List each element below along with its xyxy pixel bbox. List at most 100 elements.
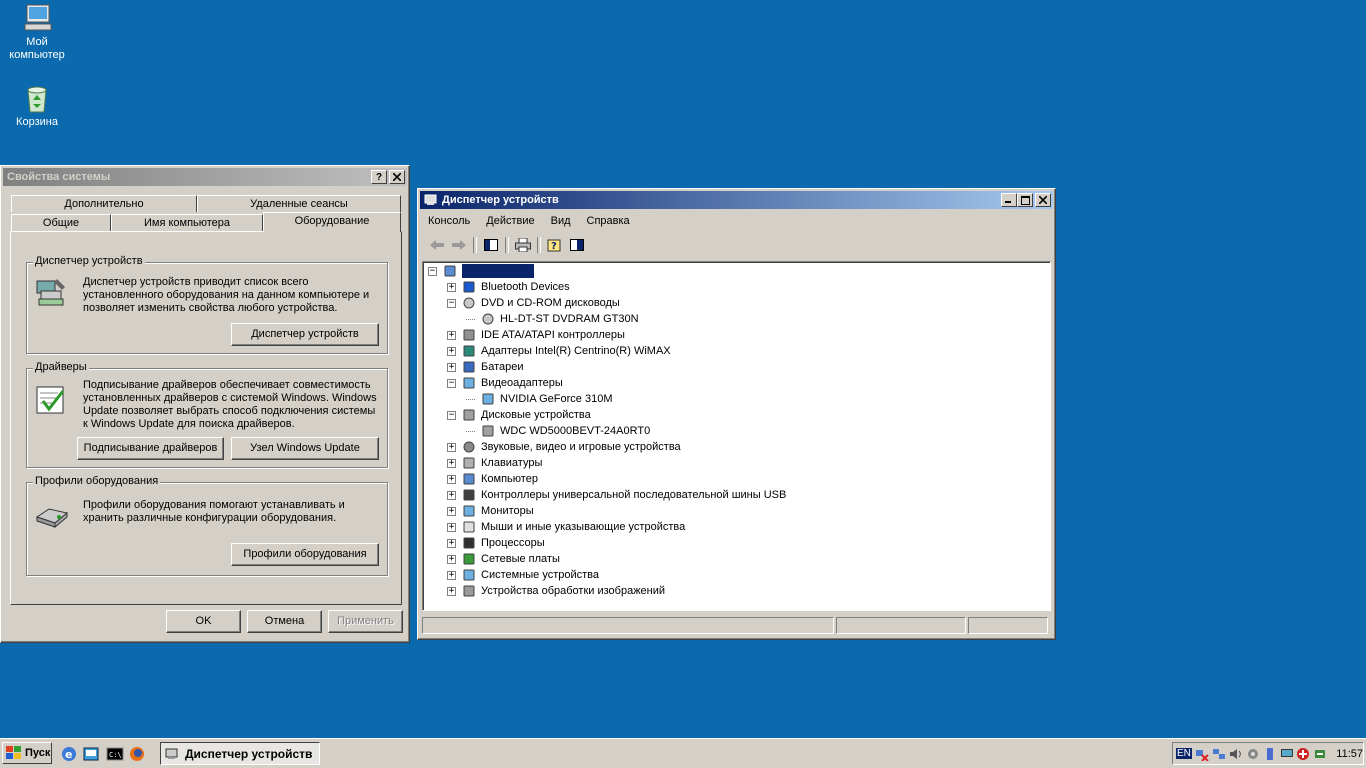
pane-icon bbox=[570, 239, 584, 251]
minimize-button[interactable] bbox=[1001, 193, 1017, 207]
tree-node[interactable]: + IDE ATA/ATAPI контроллеры bbox=[447, 327, 625, 343]
expand-button[interactable]: + bbox=[447, 474, 456, 484]
tree-node-label: Устройства обработки изображений bbox=[481, 585, 666, 597]
tree-node[interactable]: + Контроллеры универсальной последователь… bbox=[447, 487, 786, 503]
desktop-icon-my-computer[interactable]: Мой компьютер bbox=[0, 2, 74, 62]
tree-node[interactable]: + Сетевые платы bbox=[447, 551, 560, 567]
apply-button[interactable]: Применить bbox=[328, 610, 403, 633]
collapse-button[interactable]: − bbox=[428, 266, 437, 276]
menu-view[interactable]: Вид bbox=[543, 215, 579, 227]
expand-button[interactable]: + bbox=[447, 442, 456, 452]
status-section bbox=[836, 617, 966, 634]
tab-computer-name[interactable]: Имя компьютера bbox=[111, 214, 263, 231]
show-hide-tree-button[interactable] bbox=[480, 236, 502, 254]
cancel-button[interactable]: Отмена bbox=[247, 610, 322, 633]
volume-icon[interactable] bbox=[1229, 747, 1243, 761]
expand-button[interactable]: + bbox=[447, 522, 456, 532]
device-tree[interactable]: − + Bluetooth Devices − DVD и CD-ROM дисково… bbox=[422, 261, 1051, 611]
tree-node[interactable]: − bbox=[428, 263, 534, 279]
tree-node[interactable]: − Видеоадаптеры bbox=[447, 375, 563, 391]
antivirus-icon[interactable] bbox=[1296, 747, 1310, 761]
monitor-icon[interactable] bbox=[1280, 747, 1294, 761]
group-description: Подписывание драйверов обеспечивает совм… bbox=[83, 379, 377, 430]
expand-button[interactable]: + bbox=[447, 506, 456, 516]
tab-general[interactable]: Общие bbox=[11, 214, 111, 231]
usb-device-icon[interactable] bbox=[1263, 747, 1277, 761]
tree-node[interactable]: NVIDIA GeForce 310M bbox=[466, 391, 613, 407]
title-bar[interactable]: Свойства системы ? bbox=[3, 168, 407, 186]
tree-node[interactable]: + Bluetooth Devices bbox=[447, 279, 570, 295]
expand-button[interactable]: + bbox=[447, 362, 456, 372]
forward-button[interactable] bbox=[448, 236, 470, 254]
tree-node-label: Видеоадаптеры bbox=[481, 377, 563, 389]
close-button[interactable] bbox=[1035, 193, 1051, 207]
expand-button[interactable]: + bbox=[447, 346, 456, 356]
driver-signing-button[interactable]: Подписывание драйверов bbox=[77, 437, 224, 460]
close-button[interactable] bbox=[389, 170, 405, 184]
windows-update-button[interactable]: Узел Windows Update bbox=[231, 437, 379, 460]
back-button[interactable] bbox=[426, 236, 448, 254]
tree-node[interactable]: + Процессоры bbox=[447, 535, 545, 551]
network-icon[interactable] bbox=[1212, 747, 1226, 761]
properties-button[interactable]: ? bbox=[544, 236, 566, 254]
expand-button[interactable]: + bbox=[447, 538, 456, 548]
collapse-button[interactable]: − bbox=[447, 410, 456, 420]
collapse-button[interactable]: − bbox=[447, 378, 456, 388]
tree-node[interactable]: + Устройства обработки изображений bbox=[447, 583, 665, 599]
help-button[interactable]: ? bbox=[371, 170, 387, 184]
tree-node[interactable]: + Клавиатуры bbox=[447, 455, 542, 471]
group-drivers: Драйверы Подписывание драйверов обеспечи… bbox=[26, 361, 388, 468]
status-bar bbox=[422, 617, 1051, 634]
tree-node[interactable]: + Мыши и иные указывающие устройства bbox=[447, 519, 685, 535]
device-manager-button[interactable]: Диспетчер устройств bbox=[231, 323, 379, 346]
menu-console[interactable]: Консоль bbox=[420, 215, 478, 227]
tab-advanced[interactable]: Дополнительно bbox=[11, 195, 197, 212]
language-indicator[interactable]: EN bbox=[1176, 748, 1192, 759]
expand-button[interactable]: + bbox=[447, 490, 456, 500]
command-prompt-icon[interactable]: C:\ bbox=[106, 745, 124, 763]
group-title: Драйверы bbox=[33, 361, 89, 373]
tab-hardware[interactable]: Оборудование bbox=[263, 212, 401, 232]
disk-icon bbox=[463, 409, 475, 421]
tree-connector bbox=[466, 423, 475, 432]
expand-button[interactable]: + bbox=[447, 282, 456, 292]
clock[interactable]: 11:57 bbox=[1336, 748, 1363, 760]
start-button[interactable]: Пуск bbox=[2, 742, 52, 764]
taskbar-button-device-manager[interactable]: Диспетчер устройств bbox=[160, 742, 320, 765]
expand-button[interactable]: + bbox=[447, 458, 456, 468]
firefox-icon[interactable] bbox=[128, 745, 146, 763]
desktop-icon-recycle-bin[interactable]: Корзина bbox=[0, 82, 74, 129]
tree-node[interactable]: + Адаптеры Intel(R) Centrino(R) WiMAX bbox=[447, 343, 671, 359]
tree-node[interactable]: HL-DT-ST DVDRAM GT30N bbox=[466, 311, 639, 327]
network-disconnected-icon[interactable] bbox=[1195, 747, 1209, 761]
print-button[interactable] bbox=[512, 236, 534, 254]
safely-remove-hardware-icon[interactable] bbox=[1313, 747, 1327, 761]
security-center-icon[interactable] bbox=[1246, 747, 1260, 761]
expand-button[interactable]: + bbox=[447, 570, 456, 580]
menu-action[interactable]: Действие bbox=[478, 215, 542, 227]
tree-node-label: Мыши и иные указывающие устройства bbox=[481, 521, 686, 533]
ok-button[interactable]: OK bbox=[166, 610, 241, 633]
tree-node[interactable]: − Дисковые устройства bbox=[447, 407, 591, 423]
title-bar[interactable]: Диспетчер устройств bbox=[420, 191, 1053, 209]
tree-node[interactable]: + Батареи bbox=[447, 359, 524, 375]
show-desktop-icon[interactable] bbox=[82, 745, 100, 763]
collapse-button[interactable]: − bbox=[447, 298, 456, 308]
display-adapter-icon bbox=[482, 393, 494, 405]
tree-node[interactable]: + Системные устройства bbox=[447, 567, 599, 583]
expand-button[interactable]: + bbox=[447, 586, 456, 596]
forward-arrow-icon bbox=[452, 240, 466, 250]
menu-help[interactable]: Справка bbox=[579, 215, 638, 227]
expand-button[interactable]: + bbox=[447, 330, 456, 340]
tree-node[interactable]: WDC WD5000BEVT-24A0RT0 bbox=[466, 423, 650, 439]
hardware-profiles-button[interactable]: Профили оборудования bbox=[231, 543, 379, 566]
maximize-button[interactable] bbox=[1017, 193, 1033, 207]
tree-node[interactable]: − DVD и CD-ROM дисководы bbox=[447, 295, 620, 311]
tree-node[interactable]: + Звуковые, видео и игровые устройства bbox=[447, 439, 681, 455]
ie-icon[interactable]: e bbox=[60, 745, 78, 763]
expand-button[interactable]: + bbox=[447, 554, 456, 564]
tab-remote[interactable]: Удаленные сеансы bbox=[197, 195, 401, 212]
tree-node[interactable]: + Компьютер bbox=[447, 471, 538, 487]
tree-node[interactable]: + Мониторы bbox=[447, 503, 534, 519]
console-pane-button[interactable] bbox=[566, 236, 588, 254]
